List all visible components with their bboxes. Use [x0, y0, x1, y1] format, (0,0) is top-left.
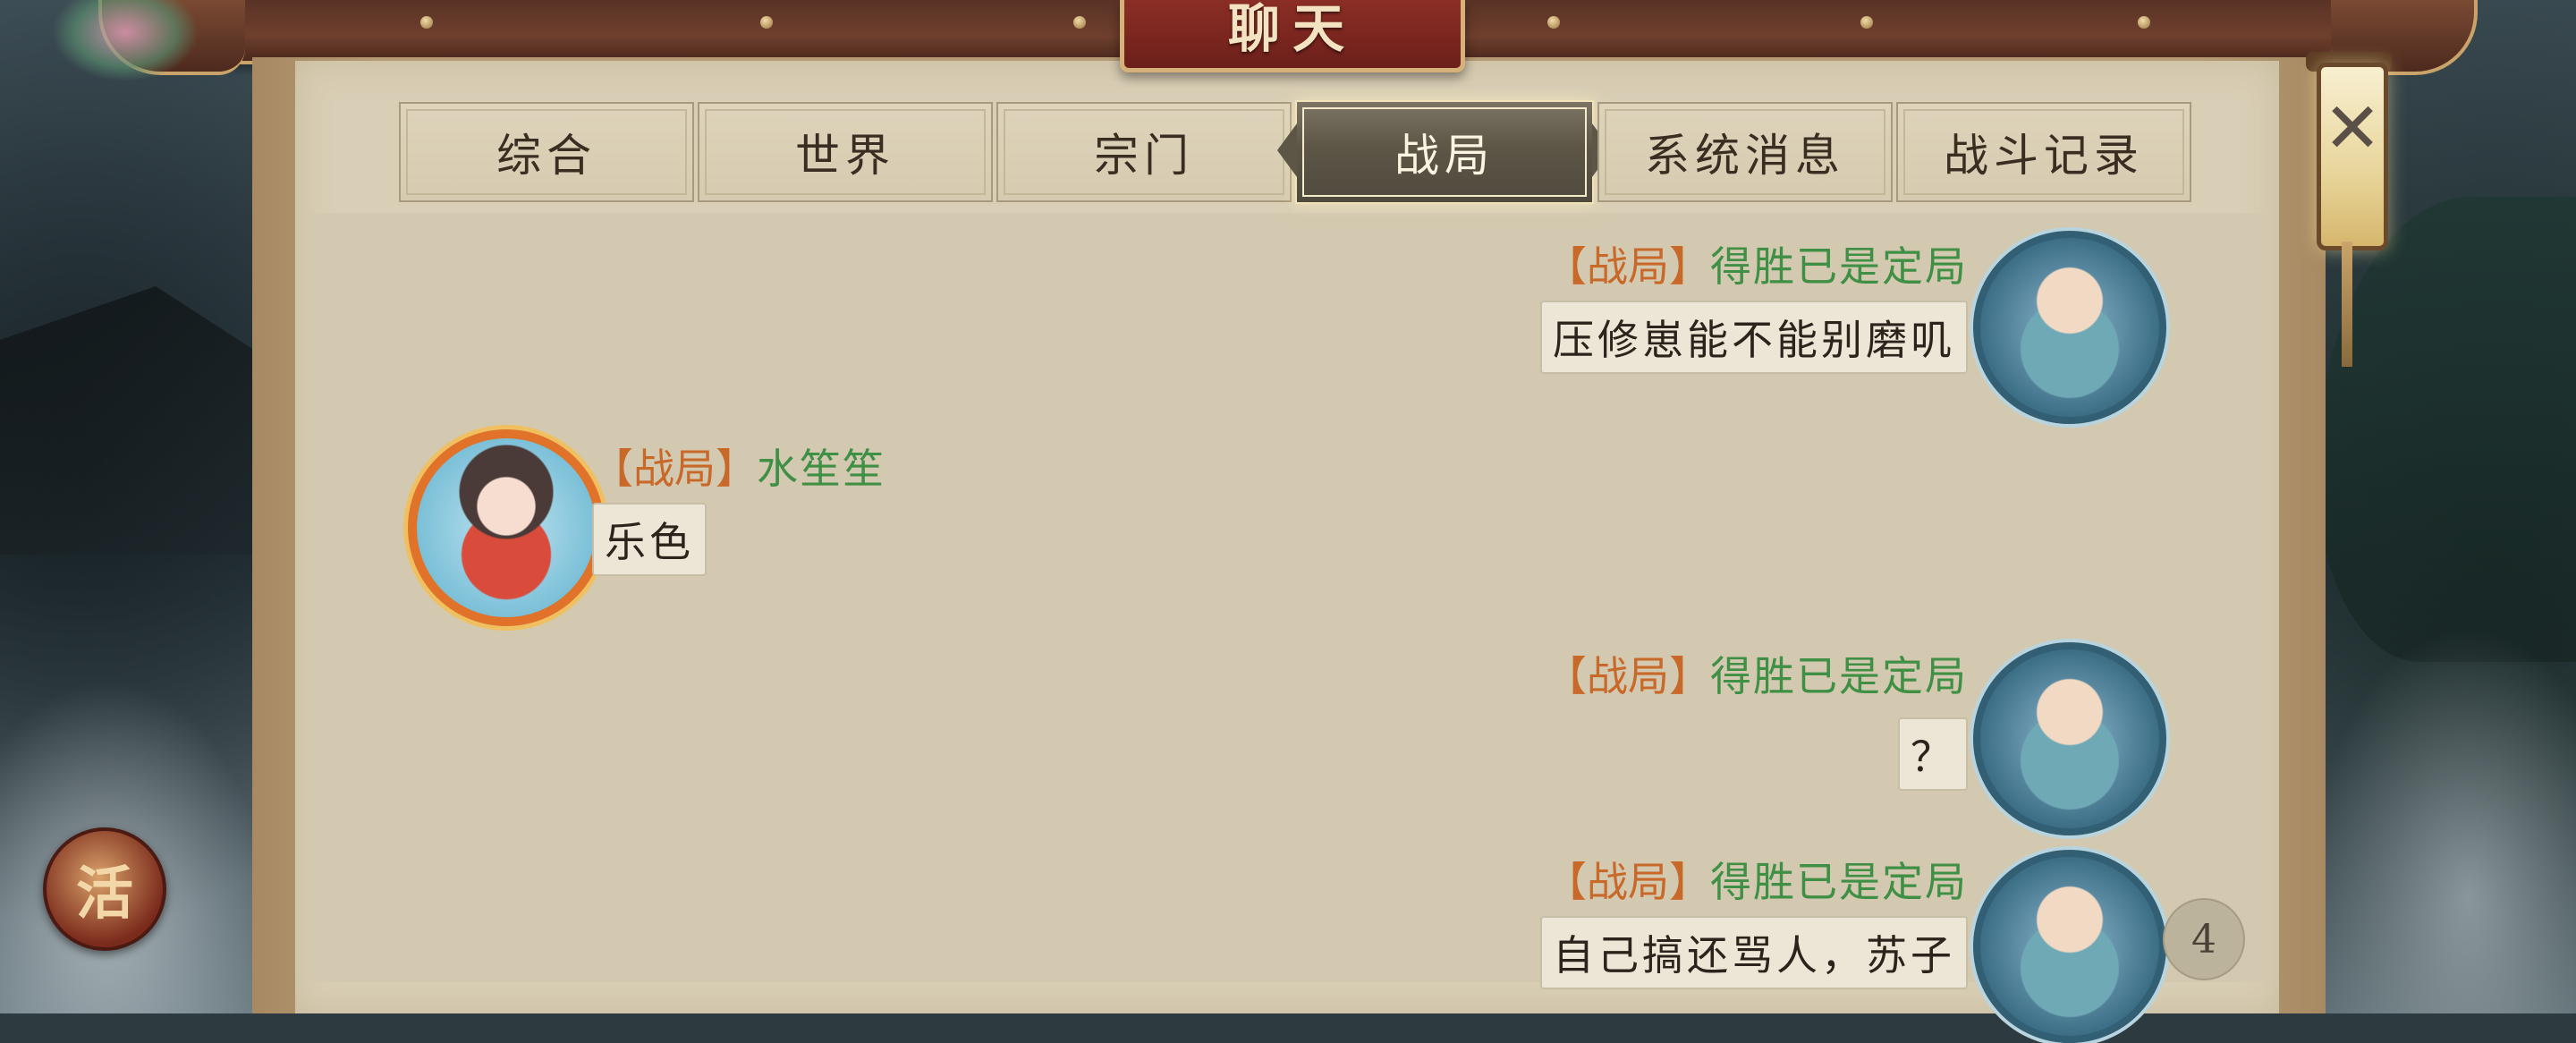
close-button[interactable]: ✕: [2317, 63, 2388, 250]
channel-tag: 【战局】: [592, 445, 757, 493]
tab-general[interactable]: 综合: [399, 102, 694, 202]
message-bubble[interactable]: ？: [1898, 717, 1968, 791]
lotus-decoration: [54, 0, 197, 81]
message-header: 【战局】得胜已是定局: [1540, 234, 1968, 293]
sender-name[interactable]: 水笙笙: [757, 445, 886, 493]
female-cultivator-avatar[interactable]: [1973, 850, 2166, 1043]
tab-sect[interactable]: 宗门: [996, 102, 1292, 202]
background-mist-right: [2308, 626, 2576, 1013]
banner-stud: [420, 16, 433, 29]
sender-name[interactable]: 得胜已是定局: [1710, 858, 1968, 906]
chat-message: 【战局】得胜已是定局 压修崽能不能别磨叽: [1540, 234, 1968, 374]
tab-system-messages[interactable]: 系统消息: [1597, 102, 1893, 202]
unread-counter[interactable]: 4: [2163, 898, 2245, 980]
message-header: 【战局】得胜已是定局: [1540, 850, 1968, 909]
banner-stud: [1860, 16, 1873, 29]
banner-stud: [1547, 16, 1560, 29]
message-bubble[interactable]: 自己搞还骂人，苏子: [1540, 916, 1968, 989]
activity-badge[interactable]: 活: [43, 827, 166, 951]
tab-arrow-left-icon: [1277, 123, 1297, 177]
channel-tabs: 综合 世界 宗门 战局 系统消息 战斗记录: [399, 100, 2195, 204]
message-header: 【战局】得胜已是定局: [1546, 644, 1968, 703]
sender-name[interactable]: 得胜已是定局: [1710, 242, 1968, 291]
message-bubble[interactable]: 压修崽能不能别磨叽: [1540, 301, 1968, 374]
chat-message: 【战局】水笙笙 乐色: [592, 437, 886, 576]
channel-tag: 【战局】: [1546, 652, 1710, 700]
banner-stud: [760, 16, 773, 29]
chat-message: 【战局】得胜已是定局 自己搞还骂人，苏子: [1540, 850, 1968, 989]
sender-name[interactable]: 得胜已是定局: [1710, 652, 1968, 700]
tab-battle[interactable]: 战局: [1277, 100, 1612, 204]
page-title: 聊天: [1227, 0, 1357, 59]
message-header: 【战局】水笙笙: [592, 437, 886, 496]
message-bubble[interactable]: 乐色: [592, 503, 707, 576]
title-plaque: 聊天: [1120, 0, 1465, 72]
banner-stud: [2138, 16, 2150, 29]
female-cultivator-avatar[interactable]: [1973, 642, 2166, 835]
tab-battle-log[interactable]: 战斗记录: [1896, 102, 2191, 202]
tab-world[interactable]: 世界: [698, 102, 993, 202]
female-cultivator-avatar[interactable]: [1973, 231, 2166, 424]
chat-message: 【战局】得胜已是定局 ？: [1546, 644, 1968, 791]
channel-tag: 【战局】: [1546, 858, 1710, 906]
banner-stud: [1073, 16, 1086, 29]
tab-battle-label: 战局: [1394, 130, 1495, 182]
channel-tag: 【战局】: [1546, 242, 1710, 291]
chibi-girl-avatar[interactable]: [408, 429, 605, 626]
close-icon: ✕: [2323, 89, 2382, 169]
lantern-tassel: [2342, 242, 2352, 367]
